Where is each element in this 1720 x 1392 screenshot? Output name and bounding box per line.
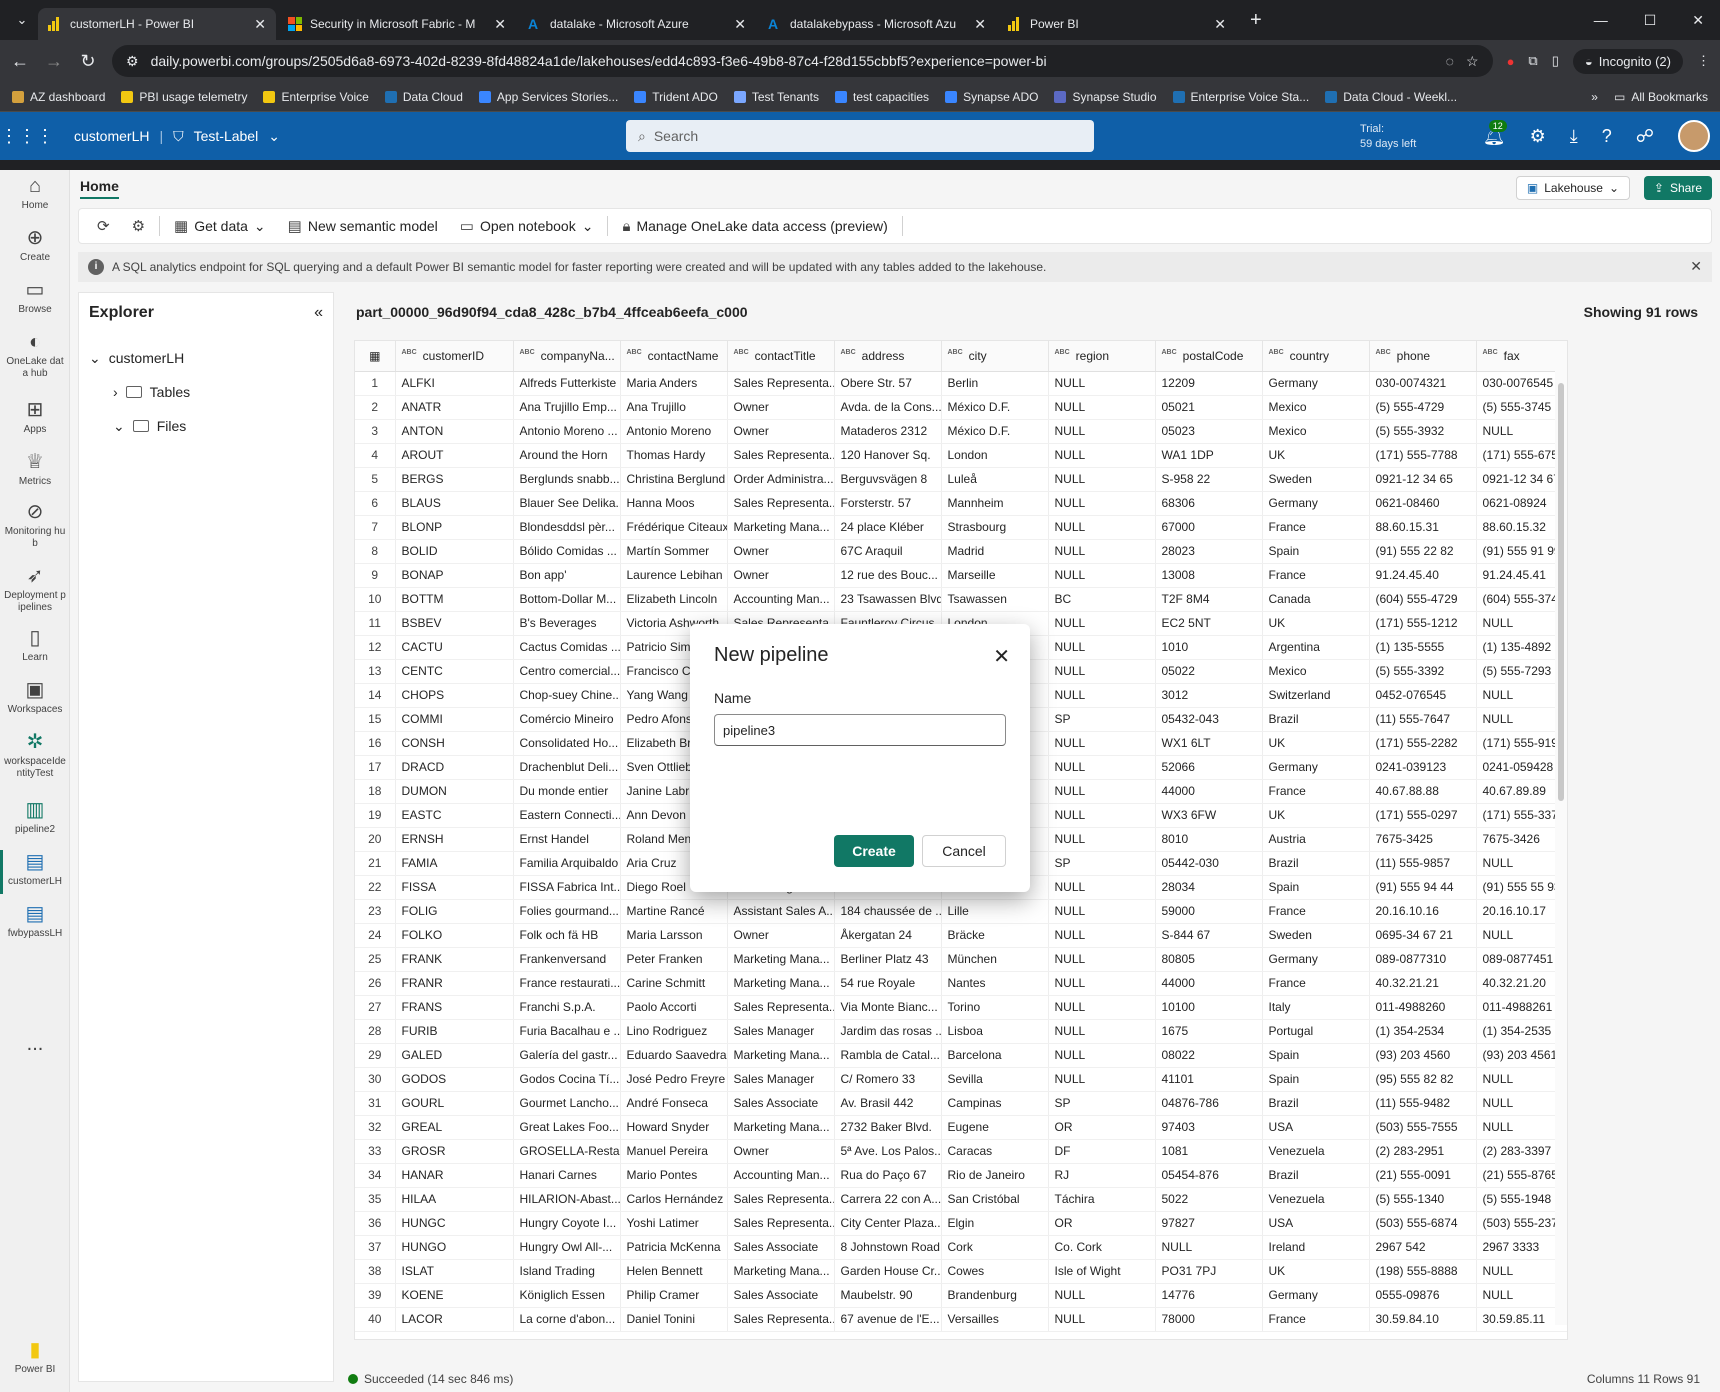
create-button[interactable]: Create <box>834 835 914 867</box>
modal-overlay: New pipeline ✕ Name Create Cancel <box>0 0 1720 1392</box>
close-icon[interactable]: ✕ <box>993 644 1010 669</box>
cancel-button[interactable]: Cancel <box>922 835 1006 867</box>
pipeline-name-input[interactable] <box>714 714 1006 746</box>
dialog-title: New pipeline <box>714 644 829 666</box>
name-label: Name <box>714 690 752 706</box>
new-pipeline-dialog: New pipeline ✕ Name Create Cancel <box>690 624 1030 892</box>
